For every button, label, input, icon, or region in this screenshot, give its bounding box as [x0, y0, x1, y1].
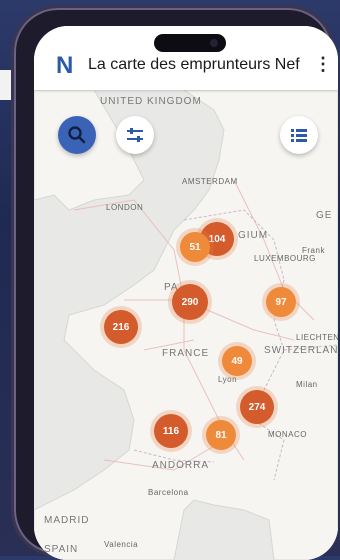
place-london: LONDON [106, 203, 144, 212]
place-ge: GE [316, 210, 333, 221]
cluster-marker[interactable]: 97 [266, 287, 296, 317]
cluster-marker[interactable]: 290 [172, 284, 208, 320]
place-andorra: ANDORRA [152, 460, 210, 471]
phone-frame: N La carte des emprunteurs Nef ⋮ UNITED … [14, 8, 338, 560]
cluster-marker[interactable]: 49 [222, 346, 252, 376]
more-menu-icon[interactable]: ⋮ [314, 54, 332, 75]
place-france: FRANCE [162, 348, 210, 359]
place-lyon: Lyon [218, 375, 238, 384]
page-title: La carte des emprunteurs Nef [88, 56, 300, 73]
cluster-marker[interactable]: 81 [206, 420, 236, 450]
place-luxembourg: LUXEMBOURG [254, 254, 316, 263]
cluster-marker[interactable]: 216 [104, 310, 138, 344]
cluster-marker[interactable]: 116 [154, 414, 188, 448]
filter-icon [127, 128, 143, 142]
place-madrid: MADRID [44, 515, 90, 526]
map-view[interactable]: UNITED KINGDOM AMSTERDAM LONDON GE GIUM … [34, 90, 338, 560]
search-button[interactable] [58, 116, 96, 154]
place-liechtenstein: LIECHTEN [296, 333, 338, 342]
search-icon [68, 126, 86, 144]
camera-icon [210, 39, 218, 47]
filter-button[interactable] [116, 116, 154, 154]
cluster-marker[interactable]: 51 [180, 232, 210, 262]
cluster-marker[interactable]: 274 [240, 390, 274, 424]
place-spain: SPAIN [44, 544, 79, 555]
camera-notch [154, 34, 226, 52]
nef-logo: N [56, 52, 74, 79]
place-belgium: GIUM [238, 230, 269, 241]
list-icon [291, 129, 307, 142]
place-barcelona: Barcelona [148, 488, 189, 497]
place-valencia: Valencia [104, 540, 139, 549]
place-amsterdam: AMSTERDAM [182, 177, 238, 186]
place-switzerland: SWITZERLAN [264, 345, 338, 356]
place-united-kingdom: UNITED KINGDOM [100, 96, 202, 107]
phone-screen: N La carte des emprunteurs Nef ⋮ UNITED … [34, 26, 338, 560]
list-view-button[interactable] [280, 116, 318, 154]
place-milan: Milan [296, 380, 318, 389]
place-monaco: MONACO [268, 430, 307, 439]
